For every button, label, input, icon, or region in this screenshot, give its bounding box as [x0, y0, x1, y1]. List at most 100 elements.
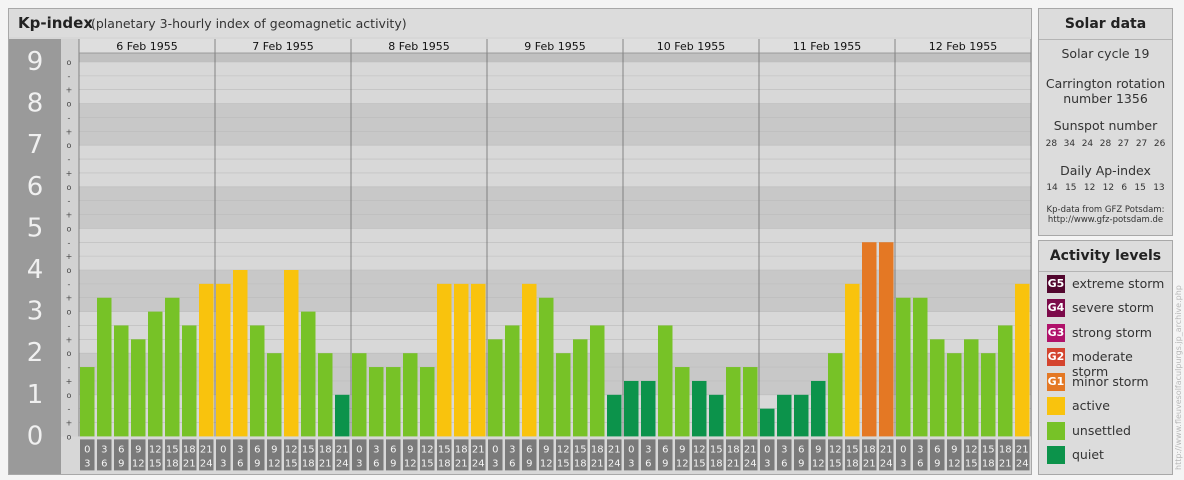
- kp-bar: [403, 353, 418, 437]
- kp-bar: [1015, 283, 1030, 437]
- time-slot-end: 21: [591, 458, 604, 469]
- legend-label: unsettled: [1072, 423, 1131, 438]
- time-slot-end: 6: [917, 458, 923, 469]
- time-slot-start: 6: [526, 444, 532, 455]
- time-slot-start: 21: [472, 444, 485, 455]
- time-slot-start: 21: [200, 444, 213, 455]
- time-slot-end: 24: [744, 458, 757, 469]
- ap-value: 12: [1083, 183, 1096, 193]
- y-subtick-label: +: [66, 335, 73, 344]
- time-slot-end: 15: [965, 458, 978, 469]
- ap-index-values: 14 15 12 12 6 15 13: [1039, 183, 1172, 193]
- sunspot-value: 27: [1117, 139, 1130, 149]
- y-subtick-label: -: [68, 113, 71, 122]
- time-slot-end: 3: [764, 458, 770, 469]
- time-slot-end: 21: [863, 458, 876, 469]
- y-tick-label: 8: [27, 89, 44, 119]
- time-slot-end: 24: [880, 458, 893, 469]
- time-slot-start: 6: [118, 444, 124, 455]
- legend-swatch: [1047, 397, 1065, 415]
- data-credit-link[interactable]: http://www.gfz-potsdam.de: [1039, 215, 1172, 225]
- time-slot-start: 12: [829, 444, 842, 455]
- kp-bar: [114, 325, 129, 437]
- time-slot-start: 18: [455, 444, 468, 455]
- kp-bar: [386, 367, 401, 437]
- time-slot-start: 9: [543, 444, 549, 455]
- kp-bar: [658, 325, 673, 437]
- sunspot-values: 28 34 24 28 27 27 26: [1039, 139, 1172, 149]
- time-slot-start: 18: [999, 444, 1012, 455]
- kp-bar: [539, 297, 554, 437]
- time-slot-end: 3: [220, 458, 226, 469]
- y-subtick-label: +: [66, 127, 73, 136]
- kp-bar: [947, 353, 962, 437]
- time-slot-start: 21: [336, 444, 349, 455]
- time-slot-end: 9: [118, 458, 124, 469]
- time-slot-start: 15: [438, 444, 451, 455]
- kp-band: [79, 186, 1031, 229]
- legend-swatch: G4: [1047, 299, 1065, 317]
- time-slot-end: 18: [438, 458, 451, 469]
- time-slot-start: 3: [101, 444, 107, 455]
- time-slot-start: 6: [798, 444, 804, 455]
- time-slot-start: 9: [815, 444, 821, 455]
- time-slot-start: 3: [237, 444, 243, 455]
- time-slot-start: 0: [492, 444, 498, 455]
- y-tick-label: 4: [27, 255, 44, 285]
- y-tick-label: 1: [27, 380, 44, 410]
- time-slot-end: 18: [166, 458, 179, 469]
- day-label: 6 Feb 1955: [116, 40, 177, 53]
- sunspot-value: 34: [1063, 139, 1076, 149]
- day-label: 7 Feb 1955: [252, 40, 313, 53]
- y-subtick-label: o: [67, 308, 72, 317]
- kp-bar: [301, 311, 316, 437]
- kp-bar: [556, 353, 571, 437]
- y-subtick-label: +: [66, 377, 73, 386]
- kp-bar: [216, 283, 231, 437]
- time-slot-start: 3: [781, 444, 787, 455]
- time-slot-start: 12: [149, 444, 162, 455]
- time-slot-start: 0: [84, 444, 90, 455]
- sunspot-value: 28: [1045, 139, 1058, 149]
- time-slot-end: 21: [455, 458, 468, 469]
- time-slot-end: 9: [526, 458, 532, 469]
- time-slot-start: 15: [846, 444, 859, 455]
- y-subtick-label: +: [66, 294, 73, 303]
- time-slot-end: 9: [390, 458, 396, 469]
- legend-label: severe storm: [1072, 300, 1154, 315]
- kp-bar: [709, 394, 724, 437]
- kp-bar: [454, 283, 469, 437]
- time-slot-start: 12: [421, 444, 434, 455]
- y-subtick-label: o: [67, 432, 72, 441]
- time-slot-end: 21: [727, 458, 740, 469]
- y-subtick-label: o: [67, 349, 72, 358]
- time-slot-end: 24: [336, 458, 349, 469]
- time-slot-end: 18: [846, 458, 859, 469]
- y-tick-label: 0: [27, 421, 44, 451]
- time-slot-start: 12: [693, 444, 706, 455]
- y-subtick-label: -: [68, 72, 71, 81]
- time-slot-start: 0: [628, 444, 634, 455]
- time-slot-end: 15: [693, 458, 706, 469]
- time-slot-end: 24: [608, 458, 621, 469]
- kp-band: [79, 62, 1031, 104]
- kp-bar: [97, 297, 112, 437]
- time-slot-start: 0: [900, 444, 906, 455]
- time-slot-start: 15: [710, 444, 723, 455]
- solar-cycle-text: Solar cycle 19: [1061, 46, 1150, 61]
- ap-value: 12: [1102, 183, 1115, 193]
- time-slot-end: 6: [645, 458, 651, 469]
- day-label: 8 Feb 1955: [388, 40, 449, 53]
- day-label: 9 Feb 1955: [524, 40, 585, 53]
- time-slot-start: 9: [271, 444, 277, 455]
- time-slot-end: 15: [421, 458, 434, 469]
- kp-bar: [335, 394, 350, 437]
- time-slot-start: 6: [390, 444, 396, 455]
- y-subtick-label: o: [67, 58, 72, 67]
- activity-levels-title: Activity levels: [1039, 241, 1172, 272]
- time-slot-end: 21: [319, 458, 332, 469]
- time-slot-end: 9: [798, 458, 804, 469]
- time-slot-end: 6: [237, 458, 243, 469]
- activity-levels-legend: Activity levels G5 extreme storm G4 seve…: [1038, 240, 1173, 475]
- time-slot-start: 18: [183, 444, 196, 455]
